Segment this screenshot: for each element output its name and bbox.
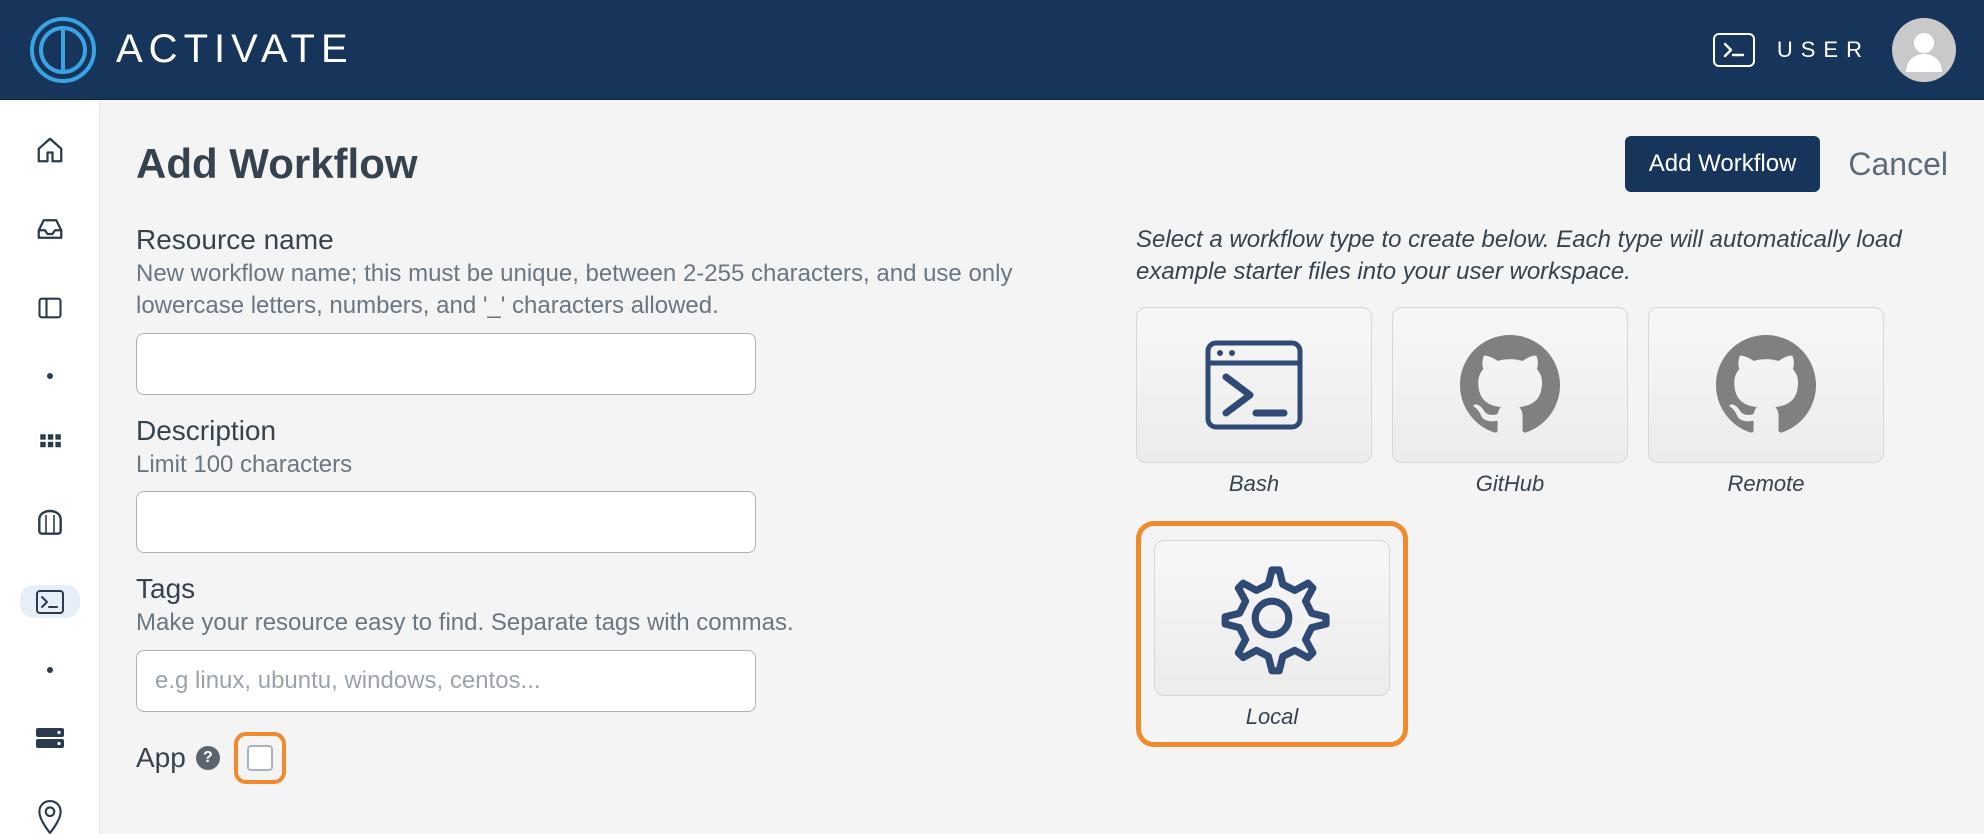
- type-local-button[interactable]: [1154, 540, 1390, 696]
- type-bash: Bash: [1136, 307, 1372, 497]
- tags-label: Tags: [136, 573, 1076, 605]
- panel-icon: [36, 294, 64, 322]
- grid-icon: [37, 431, 63, 457]
- home-icon: [35, 135, 65, 165]
- topbar-right: USER: [1713, 18, 1956, 82]
- nav-dot-2[interactable]: [20, 664, 80, 675]
- nav-dot-1[interactable]: [20, 371, 80, 382]
- type-github-label: GitHub: [1476, 471, 1544, 497]
- inbox-icon: [35, 214, 65, 244]
- dot-icon: [47, 373, 53, 379]
- github-icon: [1460, 335, 1560, 435]
- help-icon[interactable]: ?: [196, 746, 220, 770]
- form-right: Select a workflow type to create below. …: [1136, 224, 1948, 784]
- field-tags: Tags Make your resource easy to find. Se…: [136, 573, 1076, 711]
- gear-icon: [1212, 558, 1332, 678]
- description-label: Description: [136, 415, 1076, 447]
- tags-help: Make your resource easy to find. Separat…: [136, 607, 1076, 639]
- brand-name: ACTIVATE: [116, 27, 354, 72]
- type-remote: Remote: [1648, 307, 1884, 497]
- cancel-button[interactable]: Cancel: [1848, 146, 1948, 183]
- form-left: Resource name New workflow name; this mu…: [136, 224, 1076, 784]
- type-local-selected: Local: [1136, 521, 1408, 747]
- type-local-label: Local: [1246, 704, 1299, 730]
- nav-server[interactable]: [20, 721, 80, 754]
- description-input[interactable]: [136, 491, 756, 553]
- type-row-1: Bash GitHub: [1136, 307, 1948, 497]
- container-icon: [34, 507, 66, 539]
- resource-name-input[interactable]: [136, 333, 756, 395]
- nav-container[interactable]: [20, 506, 80, 539]
- page-actions: Add Workflow Cancel: [1625, 136, 1948, 192]
- form-body: Resource name New workflow name; this mu…: [136, 224, 1948, 784]
- type-instruction: Select a workflow type to create below. …: [1136, 224, 1948, 289]
- type-row-2: Local: [1136, 521, 1948, 747]
- type-remote-label: Remote: [1727, 471, 1804, 497]
- type-bash-label: Bash: [1229, 471, 1279, 497]
- page-header: Add Workflow Add Workflow Cancel: [136, 136, 1948, 192]
- nav-panel[interactable]: [20, 292, 80, 325]
- user-icon: [1900, 26, 1948, 74]
- brand: ACTIVATE: [28, 15, 354, 85]
- terminal-icon: [36, 590, 64, 614]
- page-title: Add Workflow: [136, 140, 418, 188]
- field-description: Description Limit 100 characters: [136, 415, 1076, 553]
- tags-input[interactable]: [136, 650, 756, 712]
- nav-terminal[interactable]: [20, 585, 80, 618]
- brand-logo-icon: [28, 15, 98, 85]
- type-tiles: Bash GitHub: [1136, 307, 1948, 747]
- app-checkbox-highlight: [234, 732, 286, 784]
- topbar: ACTIVATE USER: [0, 0, 1984, 100]
- description-help: Limit 100 characters: [136, 449, 1076, 481]
- terminal-icon: [1723, 42, 1745, 58]
- field-resource-name: Resource name New workflow name; this mu…: [136, 224, 1076, 395]
- type-remote-button[interactable]: [1648, 307, 1884, 463]
- resource-name-label: Resource name: [136, 224, 1076, 256]
- nav-location[interactable]: [20, 800, 80, 834]
- app-label: App: [136, 742, 186, 774]
- nav-rail: [0, 100, 100, 834]
- nav-home[interactable]: [20, 134, 80, 167]
- field-app: App ?: [136, 732, 1076, 784]
- add-workflow-button[interactable]: Add Workflow: [1625, 136, 1821, 192]
- app-checkbox[interactable]: [247, 745, 273, 771]
- type-github-button[interactable]: [1392, 307, 1628, 463]
- user-label: USER: [1777, 37, 1870, 63]
- resource-name-help: New workflow name; this must be unique, …: [136, 258, 1076, 323]
- main: Add Workflow Add Workflow Cancel Resourc…: [100, 100, 1984, 834]
- location-icon: [37, 800, 63, 834]
- github-icon: [1716, 335, 1816, 435]
- dot-icon: [47, 667, 53, 673]
- type-bash-button[interactable]: [1136, 307, 1372, 463]
- nav-inbox[interactable]: [20, 213, 80, 246]
- terminal-button[interactable]: [1713, 33, 1755, 67]
- nav-apps[interactable]: [20, 428, 80, 461]
- avatar[interactable]: [1892, 18, 1956, 82]
- type-github: GitHub: [1392, 307, 1628, 497]
- server-icon: [35, 727, 65, 749]
- terminal-window-icon: [1204, 339, 1304, 431]
